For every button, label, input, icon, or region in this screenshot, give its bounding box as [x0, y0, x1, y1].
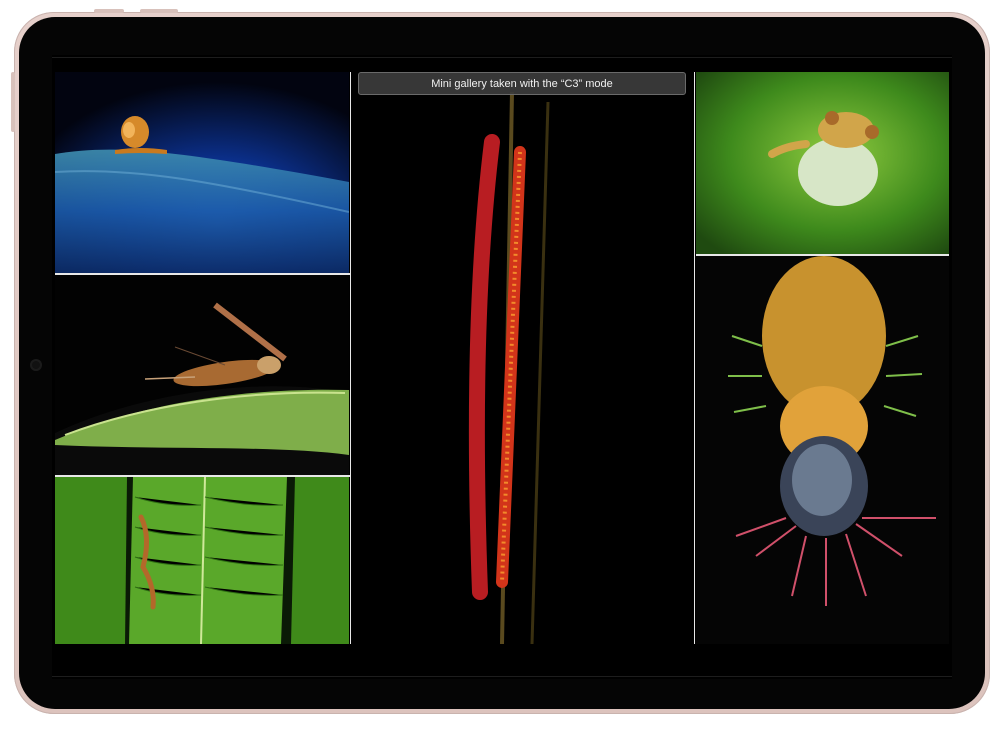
millipede-photo-icon — [352, 72, 694, 644]
photo-millipede[interactable] — [352, 72, 694, 644]
gallery-caption: Mini gallery taken with the “C3” mode — [358, 72, 686, 95]
lizard-fern-photo-icon — [55, 477, 349, 644]
divider-left-1 — [55, 273, 350, 275]
power-button — [11, 72, 15, 132]
divider-vertical-right — [694, 72, 695, 644]
photo-lizard-fern[interactable] — [55, 477, 349, 644]
cockroach-photo-icon — [55, 275, 349, 475]
caterpillar-photo-icon — [696, 256, 949, 644]
photo-caterpillar[interactable] — [696, 256, 949, 644]
divider-vertical-left — [350, 72, 351, 644]
screen-top-line — [52, 57, 952, 58]
photo-cockroach[interactable] — [55, 275, 349, 475]
photo-frog[interactable] — [696, 72, 949, 254]
frog-photo-icon — [696, 72, 949, 254]
screen-bottom-line — [52, 676, 952, 677]
divider-right-1 — [696, 254, 949, 256]
divider-left-2 — [55, 475, 350, 477]
volume-button-2 — [140, 9, 178, 13]
snail-photo-icon — [55, 72, 349, 273]
photo-snail[interactable] — [55, 72, 349, 273]
volume-button — [94, 9, 124, 13]
front-camera-icon — [30, 359, 42, 371]
